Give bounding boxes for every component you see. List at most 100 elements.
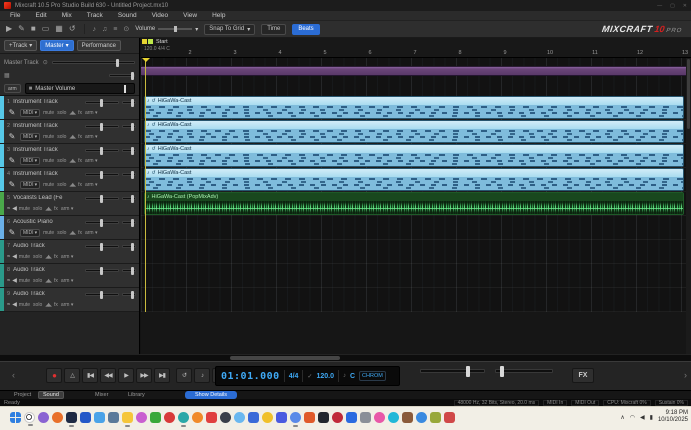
solo-button[interactable]: solo xyxy=(57,230,66,236)
note-icon[interactable]: ♪ xyxy=(93,26,97,33)
notes-icon[interactable]: ♫ xyxy=(102,26,107,33)
fader-handle[interactable] xyxy=(124,85,126,93)
audio-waveform[interactable] xyxy=(145,201,683,214)
pencil-icon[interactable]: ✎ xyxy=(7,157,17,165)
playhead-caret[interactable] xyxy=(142,58,150,62)
speaker-icon[interactable]: ◀ xyxy=(12,206,17,212)
start-marker-label[interactable]: Start xyxy=(156,39,168,45)
menu-video[interactable]: Video xyxy=(152,12,169,19)
fx-button[interactable]: FX xyxy=(572,368,594,383)
midi-clip[interactable]: ♪ ↺ HiGaWa-Cast xyxy=(144,144,684,167)
midi-notes[interactable] xyxy=(145,129,683,142)
mute-button[interactable]: mute xyxy=(43,134,54,140)
volume-slider[interactable] xyxy=(158,26,193,32)
speaker-icon[interactable]: ◀ xyxy=(12,278,17,284)
fx-button[interactable]: fx xyxy=(54,278,58,284)
track-volume-slider[interactable] xyxy=(85,218,119,227)
track-row[interactable]: 3 Instrument Track ✎ MIDI ▾ mute solo ◢◣ … xyxy=(0,144,139,168)
timeline[interactable]: Start 120.0 4/4 C 2 3 4 5 6 7 8 9 10 11 … xyxy=(141,38,691,354)
track-lane[interactable]: ♪ ↺ HiGaWa-Cast xyxy=(141,120,691,144)
eq-knobs-icon[interactable]: ◢◣ xyxy=(45,206,52,212)
grid-tool-icon[interactable]: ▦ xyxy=(55,25,63,33)
mute-button[interactable]: mute xyxy=(43,182,54,188)
mute-button[interactable]: mute xyxy=(43,158,54,164)
waveform-icon[interactable]: ≈ xyxy=(7,278,10,284)
tab-sound[interactable]: Sound xyxy=(38,391,64,399)
chrom-button[interactable]: CHROM xyxy=(359,371,386,381)
menu-mix[interactable]: Mix xyxy=(62,12,72,19)
mute-button[interactable]: mute xyxy=(43,110,54,116)
fx-button[interactable]: fx xyxy=(78,182,82,188)
list-icon[interactable]: ≡ xyxy=(113,26,117,33)
eraser-tool-icon[interactable]: ▭ xyxy=(42,25,50,33)
waveform-icon[interactable]: ≈ xyxy=(7,206,10,212)
eq-knobs-icon[interactable]: ◢◣ xyxy=(69,182,76,188)
performance-button[interactable]: Performance xyxy=(76,40,122,51)
taskbar-app-icon[interactable] xyxy=(318,412,329,423)
track-lane[interactable]: ♪ ↺ HiGaWa-Cast xyxy=(141,144,691,168)
rewind-button[interactable]: ◀◀ xyxy=(100,368,116,383)
arm-button[interactable]: arm ▾ xyxy=(61,254,74,260)
arm-button[interactable]: arm ▾ xyxy=(85,110,98,116)
tray-overflow-icon[interactable]: ∧ xyxy=(620,414,624,421)
track-name[interactable]: Audio Track xyxy=(13,243,82,249)
start-marker-flag[interactable] xyxy=(142,39,147,44)
taskbar-app-icon[interactable] xyxy=(416,412,427,423)
master-tab-button[interactable]: Master ▾ xyxy=(40,40,74,51)
show-details-button[interactable]: Show Details xyxy=(185,391,237,399)
master-pan-slider[interactable] xyxy=(109,72,135,80)
track-lane[interactable] xyxy=(141,240,691,264)
eq-knobs-icon[interactable]: ◢◣ xyxy=(45,278,52,284)
vertical-scrollbar-thumb[interactable] xyxy=(687,59,690,129)
master-volume-dropdown[interactable]: ■ Master Volume xyxy=(24,83,135,94)
solo-button[interactable]: solo xyxy=(33,254,42,260)
track-pan-slider[interactable] xyxy=(122,266,136,275)
taskbar-app-icon[interactable] xyxy=(332,412,343,423)
taskbar-app-icon[interactable] xyxy=(346,412,357,423)
track-lane[interactable]: ♪ ↺ HiGaWa-Cast xyxy=(141,96,691,120)
cursor-tool-icon[interactable]: ▶ xyxy=(6,25,12,33)
taskbar-app-icon[interactable] xyxy=(122,412,133,427)
taskbar-app-icon[interactable] xyxy=(360,412,371,423)
tempo-display[interactable]: 120.0 xyxy=(316,373,334,380)
taskbar-app-icon[interactable] xyxy=(164,412,175,423)
automation-type-dropdown[interactable]: Volume ▾ xyxy=(135,26,198,33)
taskbar-app-icon[interactable] xyxy=(290,412,301,427)
play-button[interactable]: ▶ xyxy=(118,368,134,383)
track-lane[interactable] xyxy=(141,216,691,240)
fast-forward-button[interactable]: ▶▶ xyxy=(136,368,152,383)
taskbar-clock[interactable]: 9:18 PM 10/10/2025 xyxy=(658,410,688,424)
track-row[interactable]: 8 Audio Track ≈ ◀ mute solo ◢◣ fx arm ▾ xyxy=(0,264,139,288)
taskbar-app-icon[interactable] xyxy=(388,412,399,423)
pencil-icon[interactable]: ✎ xyxy=(7,229,17,237)
taskbar-app-icon[interactable] xyxy=(94,412,105,423)
track-volume-slider[interactable] xyxy=(85,122,119,131)
go-to-end-button[interactable]: ▶▮ xyxy=(154,368,170,383)
snap-to-grid-dropdown[interactable]: Snap To Grid ▾ xyxy=(204,23,256,35)
record-button[interactable]: ● xyxy=(46,368,62,383)
track-pan-slider[interactable] xyxy=(122,194,136,203)
solo-button[interactable]: solo xyxy=(57,134,66,140)
keys-icon[interactable]: ▦ xyxy=(4,72,10,79)
speaker-icon[interactable]: ◀ xyxy=(12,254,17,260)
horizontal-scrollbar-thumb[interactable] xyxy=(230,356,340,360)
playback-speed-slider[interactable] xyxy=(495,366,553,377)
minimize-icon[interactable]: — xyxy=(657,3,662,9)
taskbar-app-icon[interactable] xyxy=(402,412,413,423)
go-to-start-button[interactable]: ▮◀ xyxy=(82,368,98,383)
track-volume-slider[interactable] xyxy=(85,98,119,107)
title-bar[interactable]: Mixcraft 10.5 Pro Studio Build 630 - Unt… xyxy=(0,0,691,11)
solo-button[interactable]: solo xyxy=(33,302,42,308)
track-row[interactable]: 4 Instrument Track ✎ MIDI ▾ mute solo ◢◣ … xyxy=(0,168,139,192)
track-lane[interactable] xyxy=(141,288,691,312)
master-volume-slider[interactable] xyxy=(420,366,485,377)
midi-button[interactable]: MIDI ▾ xyxy=(20,109,41,117)
time-signature-button[interactable]: 4/4 xyxy=(289,373,299,380)
track-volume-slider[interactable] xyxy=(85,170,119,179)
fx-button[interactable]: fx xyxy=(54,302,58,308)
menu-file[interactable]: File xyxy=(10,12,20,19)
track-pan-slider[interactable] xyxy=(122,146,136,155)
mute-button[interactable]: mute xyxy=(19,302,30,308)
loop-button[interactable]: ↺ xyxy=(176,368,192,383)
midi-notes[interactable] xyxy=(145,153,683,166)
